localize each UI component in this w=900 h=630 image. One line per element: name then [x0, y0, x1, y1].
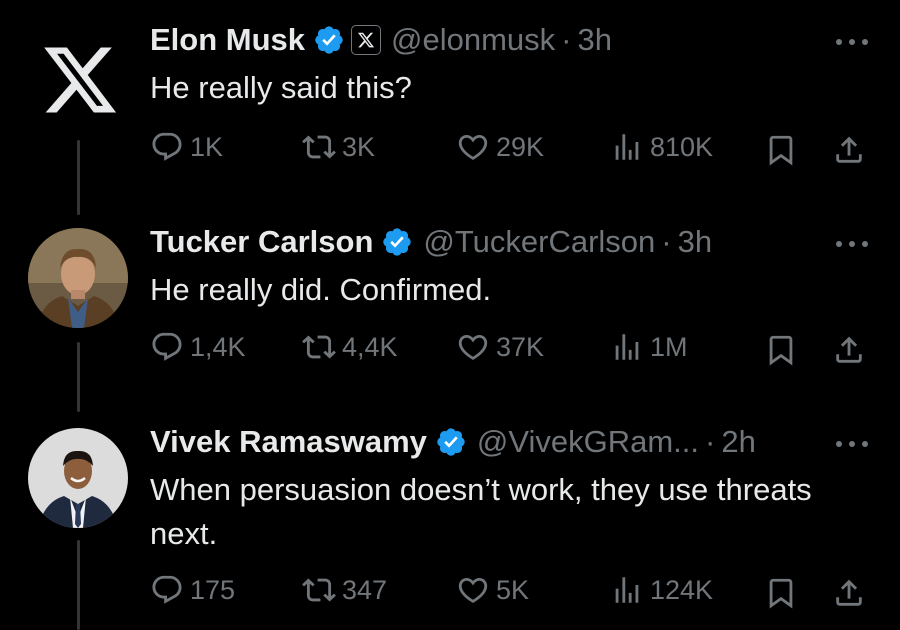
- reply-count: 1,4K: [190, 331, 246, 362]
- verified-icon: [383, 228, 412, 256]
- tweet-text: He really said this?: [150, 70, 412, 105]
- repost-button[interactable]: 3K: [302, 130, 375, 164]
- tweet-text: He really did. Confirmed.: [150, 272, 492, 307]
- separator: ·: [561, 22, 572, 57]
- tweet-header: Vivek Ramaswamy @VivekGRam... · 2h: [150, 422, 756, 462]
- x-affiliate-badge-icon: [351, 25, 382, 55]
- views-icon: [615, 134, 639, 160]
- more-icon[interactable]: [836, 37, 868, 47]
- tweet-header: Elon Musk @elonmusk · 3h: [150, 20, 612, 60]
- views-button[interactable]: 124K: [610, 573, 713, 607]
- reply-button[interactable]: 1,4K: [150, 330, 246, 364]
- views-button[interactable]: 1M: [610, 330, 688, 364]
- author-handle[interactable]: @VivekGRam...: [477, 422, 699, 462]
- repost-count: 3K: [342, 131, 376, 162]
- reply-icon: [152, 332, 182, 361]
- like-icon: [458, 134, 488, 160]
- timestamp[interactable]: 3h: [678, 222, 712, 262]
- author-name[interactable]: Elon Musk: [150, 20, 305, 60]
- repost-count: 4,4K: [342, 331, 398, 362]
- like-icon: [458, 334, 488, 360]
- share-icon[interactable]: [832, 133, 866, 172]
- repost-icon: [302, 578, 336, 602]
- reply-button[interactable]: 1K: [150, 130, 223, 164]
- like-icon: [458, 577, 488, 603]
- separator: ·: [661, 224, 672, 259]
- tweet-actions: 1,4K 4,4K 37K 1M: [0, 330, 900, 370]
- tweet-tucker-carlson[interactable]: Tucker Carlson @TuckerCarlson · 3h He re…: [0, 200, 900, 400]
- views-icon: [615, 334, 639, 360]
- tweet-header: Tucker Carlson @TuckerCarlson · 3h: [150, 222, 712, 262]
- views-count: 1M: [650, 331, 688, 362]
- tweet-text: When persuasion doesn’t work, they use t…: [150, 472, 812, 551]
- repost-icon: [302, 135, 336, 159]
- like-count: 37K: [496, 331, 545, 362]
- verified-icon: [315, 26, 343, 54]
- like-button[interactable]: 5K: [456, 573, 529, 607]
- tweet-vivek-ramaswamy[interactable]: Vivek Ramaswamy @VivekGRam... · 2h When …: [0, 400, 900, 630]
- author-name[interactable]: Vivek Ramaswamy: [150, 422, 427, 462]
- repost-icon: [302, 335, 336, 359]
- like-button[interactable]: 37K: [456, 330, 544, 364]
- more-icon[interactable]: [836, 439, 868, 449]
- reply-icon: [152, 132, 182, 161]
- repost-count: 347: [342, 574, 388, 605]
- timestamp[interactable]: 2h: [721, 422, 755, 462]
- views-count: 124K: [650, 574, 714, 605]
- like-button[interactable]: 29K: [456, 130, 544, 164]
- timestamp[interactable]: 3h: [578, 20, 612, 60]
- author-handle[interactable]: @elonmusk: [391, 20, 555, 60]
- reply-icon: [152, 575, 182, 604]
- reply-count: 175: [190, 574, 236, 605]
- bookmark-icon[interactable]: [764, 333, 798, 372]
- avatar[interactable]: [28, 428, 128, 528]
- share-icon[interactable]: [832, 333, 866, 372]
- reply-button[interactable]: 175: [150, 573, 235, 607]
- views-button[interactable]: 810K: [610, 130, 713, 164]
- author-handle[interactable]: @TuckerCarlson: [423, 222, 655, 262]
- bookmark-icon[interactable]: [764, 133, 798, 172]
- repost-button[interactable]: 347: [302, 573, 387, 607]
- views-icon: [615, 577, 639, 603]
- separator: ·: [705, 424, 716, 459]
- tweet-actions: 1K 3K 29K 810K: [0, 130, 900, 170]
- tweet-actions: 175 347 5K 124K: [0, 573, 900, 613]
- views-count: 810K: [650, 131, 714, 162]
- author-name[interactable]: Tucker Carlson: [150, 222, 373, 262]
- like-count: 29K: [496, 131, 545, 162]
- share-icon[interactable]: [832, 576, 866, 615]
- bookmark-icon[interactable]: [764, 576, 798, 615]
- more-icon[interactable]: [836, 239, 868, 249]
- verified-icon: [437, 428, 465, 456]
- tweet-elon-musk[interactable]: Elon Musk @elonmusk · 3h He really said …: [0, 0, 900, 200]
- avatar[interactable]: [28, 228, 128, 328]
- x-logo-icon[interactable]: [40, 40, 120, 120]
- repost-button[interactable]: 4,4K: [302, 330, 398, 364]
- like-count: 5K: [496, 574, 530, 605]
- reply-count: 1K: [190, 131, 224, 162]
